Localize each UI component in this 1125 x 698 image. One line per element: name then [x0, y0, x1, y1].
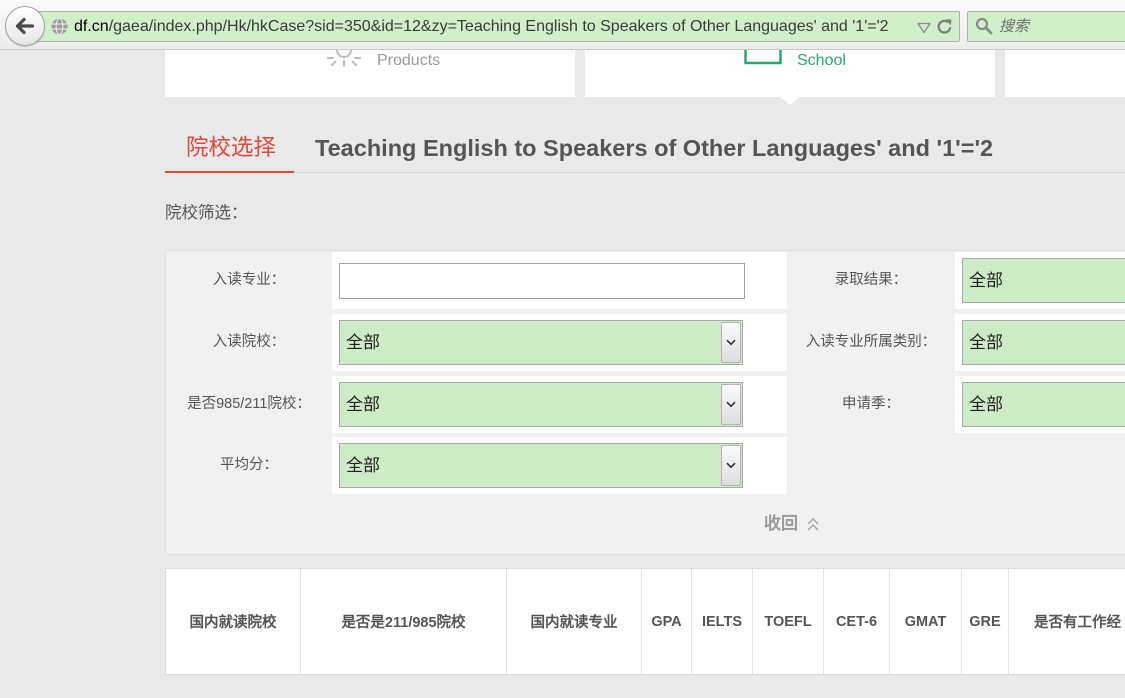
admission-result-label: 录取结果：: [834, 272, 908, 288]
select-dropdown-button[interactable]: [721, 384, 741, 425]
column-header: GMAT: [889, 569, 961, 674]
filter-cell: 全部: [332, 314, 787, 371]
lightbulb-icon: [327, 50, 361, 67]
major-category-select[interactable]: 全部: [962, 320, 1125, 365]
application-season-select[interactable]: 全部: [962, 382, 1125, 427]
nav-card-products[interactable]: Products: [165, 50, 575, 97]
reload-icon[interactable]: [936, 18, 953, 35]
select-value: 全部: [346, 333, 380, 352]
url-path: /gaea/index.php/Hk/hkCase?sid=350&id=12&…: [108, 18, 889, 35]
search-input[interactable]: [999, 12, 1119, 41]
active-card-pointer: [780, 97, 800, 105]
back-button[interactable]: [5, 6, 45, 46]
major-input[interactable]: [339, 263, 745, 299]
column-header: GPA: [641, 569, 691, 674]
select-value: 全部: [969, 271, 1003, 290]
collapse-filters-button[interactable]: 收回: [764, 510, 820, 538]
chevron-down-icon: [726, 339, 736, 346]
school-icon: [744, 50, 782, 65]
school-985-211-label: 是否985/211院校：: [187, 396, 311, 412]
globe-icon: [50, 17, 69, 36]
nav-card-label: Products: [377, 52, 441, 69]
column-header: 是否是211/985院校: [300, 569, 506, 674]
filter-cell: 全部: [955, 252, 1125, 309]
admission-result-select[interactable]: 全部: [962, 258, 1125, 303]
column-header: GRE: [961, 569, 1008, 674]
column-header: 国内就读院校: [189, 615, 277, 631]
url-domain: df.cn: [74, 18, 109, 35]
column-header: IELTS: [691, 569, 752, 674]
column-header: 国内就读专业: [506, 569, 641, 674]
filter-panel: 入读专业： 录取结果： 全部 入读院校： 全部 入读专业所属类别： 全部 是否9…: [165, 250, 1125, 555]
results-table-header: 国内就读院校 是否是211/985院校 国内就读专业 GPA IELTS TOE…: [165, 568, 1125, 675]
column-header: 是否有工作经: [1008, 569, 1125, 674]
filter-cell: 全部: [332, 376, 787, 433]
tab-divider: [294, 172, 1125, 173]
nav-card[interactable]: [1005, 50, 1125, 97]
select-value: 全部: [969, 395, 1003, 414]
school-label: 入读院校：: [212, 334, 286, 350]
school-985-211-select[interactable]: 全部: [339, 382, 743, 427]
average-score-label: 平均分：: [220, 457, 278, 473]
school-select[interactable]: 全部: [339, 320, 743, 365]
filter-cell: 全部: [332, 437, 787, 494]
chevron-down-icon: [726, 462, 736, 469]
nav-card-school[interactable]: School: [585, 50, 995, 105]
back-arrow-icon: [15, 17, 35, 35]
select-dropdown-button[interactable]: [721, 322, 741, 363]
chevron-down-icon: [726, 401, 736, 408]
double-chevron-up-icon: [807, 517, 819, 531]
tab-major-title[interactable]: Teaching English to Speakers of Other La…: [315, 134, 993, 162]
filter-cell: 全部: [955, 314, 1125, 371]
major-label: 入读专业：: [212, 272, 286, 288]
select-value: 全部: [346, 456, 380, 475]
filter-heading: 院校筛选：: [165, 204, 248, 222]
address-bar[interactable]: df.cn/gaea/index.php/Hk/hkCase?sid=350&i…: [36, 11, 960, 42]
dropdown-triangle-icon[interactable]: [917, 21, 931, 34]
select-value: 全部: [346, 395, 380, 414]
collapse-label: 收回: [764, 514, 798, 533]
browser-toolbar: df.cn/gaea/index.php/Hk/hkCase?sid=350&i…: [0, 0, 1125, 50]
major-category-label: 入读专业所属类别：: [805, 334, 937, 350]
active-tab-underline: [165, 171, 294, 173]
application-season-label: 申请季：: [842, 396, 900, 412]
page: df.cn/gaea/index.php/Hk/hkCase?sid=350&i…: [0, 0, 1125, 698]
select-value: 全部: [969, 333, 1003, 352]
search-box[interactable]: [967, 11, 1125, 42]
average-score-select[interactable]: 全部: [339, 443, 743, 488]
column-header: CET-6: [823, 569, 889, 674]
filter-cell: 全部: [955, 376, 1125, 433]
column-header: TOEFL: [752, 569, 823, 674]
nav-card-label: School: [797, 52, 846, 69]
filter-cell: [332, 252, 787, 309]
tab-school-selection[interactable]: 院校选择: [186, 134, 276, 162]
url-text[interactable]: df.cn/gaea/index.php/Hk/hkCase?sid=350&i…: [74, 12, 912, 41]
search-icon[interactable]: [975, 17, 993, 35]
select-dropdown-button[interactable]: [721, 445, 741, 486]
